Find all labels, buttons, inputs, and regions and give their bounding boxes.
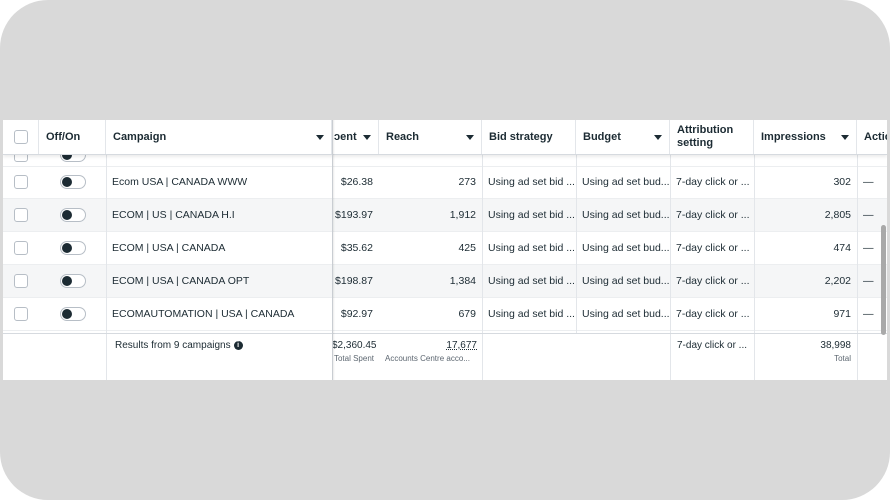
- campaign-toggle[interactable]: [60, 154, 86, 162]
- attribution-value: 7-day click or ...: [676, 275, 750, 287]
- column-label: Attribution setting: [677, 124, 734, 149]
- column-header-campaign[interactable]: Campaign: [106, 120, 332, 154]
- impressions-value: 971: [833, 308, 851, 320]
- campaign-toggle[interactable]: [59, 307, 86, 321]
- column-label: Reach: [386, 130, 420, 143]
- attribution-value: 7-day click or ...: [676, 308, 750, 320]
- campaign-name-link[interactable]: ECOMAUTOMATION | USA | CANADA: [106, 298, 332, 330]
- reach-total-value[interactable]: 17,677: [385, 340, 477, 351]
- campaign-name-link[interactable]: ECOM | USA | CANADA OPT: [106, 265, 332, 297]
- amount-spent-value: $35.62: [340, 242, 373, 254]
- impressions-value: 2,805: [824, 209, 851, 221]
- column-label: Campaign: [113, 130, 167, 143]
- column-label: Bid strategy: [489, 130, 553, 143]
- row-checkbox[interactable]: [14, 274, 28, 288]
- campaign-name-link[interactable]: Ecom USA | CANADA WWW: [106, 166, 332, 198]
- column-label: Impressions: [761, 130, 826, 143]
- table-header: Off/On Campaign ɔent Reach Bid strategy …: [3, 120, 887, 155]
- amount-spent-value: $198.87: [335, 275, 373, 287]
- chevron-down-icon[interactable]: [841, 134, 849, 140]
- attribution-value: 7-day click or ...: [676, 209, 750, 221]
- spent-total-value: $2,360.45: [332, 340, 377, 351]
- screenshot-frame: Off/On Campaign ɔent Reach Bid strategy …: [0, 0, 890, 500]
- attribution-value: 7-day click or ...: [676, 176, 750, 188]
- row-checkbox[interactable]: [14, 307, 28, 321]
- reach-value: 273: [458, 176, 476, 188]
- impressions-total-value: 38,998: [820, 340, 851, 351]
- campaign-name-link[interactable]: ECOM | US | CANADA H.I: [106, 199, 332, 231]
- impressions-value: 474: [833, 242, 851, 254]
- chevron-down-icon[interactable]: [316, 134, 324, 140]
- chevron-down-icon[interactable]: [654, 134, 662, 140]
- reach-value: 425: [458, 242, 476, 254]
- actions-value: —: [863, 176, 874, 188]
- results-summary: Results from 9 campaigns i: [115, 340, 243, 351]
- column-header-attribution[interactable]: Attribution setting: [670, 120, 754, 154]
- frozen-column-divider: [332, 120, 333, 380]
- row-checkbox[interactable]: [14, 154, 28, 162]
- attribution-value: 7-day click or ...: [676, 242, 750, 254]
- results-label: Results from 9 campaigns: [115, 340, 231, 351]
- budget-value: Using ad set bud...: [582, 275, 670, 287]
- reach-value: 1,384: [449, 275, 476, 287]
- bid-strategy-value: Using ad set bid ...: [488, 209, 575, 221]
- info-icon[interactable]: i: [233, 340, 243, 350]
- budget-value: Using ad set bud...: [582, 242, 670, 254]
- spent-total-label: Total Spent: [333, 354, 374, 363]
- campaigns-table: Off/On Campaign ɔent Reach Bid strategy …: [3, 120, 887, 380]
- column-label: ɔent: [334, 130, 357, 143]
- table-footer-totals: Results from 9 campaigns i $2,360.45 Tota…: [3, 333, 887, 380]
- campaign-toggle[interactable]: [59, 208, 86, 222]
- impressions-total: 38,998 Total: [754, 340, 851, 363]
- reach-total-label: Accounts Centre acco...: [385, 354, 470, 363]
- impressions-total-label: Total: [834, 354, 851, 363]
- row-checkbox[interactable]: [14, 241, 28, 255]
- reach-value: 1,912: [449, 209, 476, 221]
- column-header-bid-strategy[interactable]: Bid strategy: [482, 120, 576, 154]
- campaign-toggle[interactable]: [59, 175, 86, 189]
- campaign-name-link[interactable]: ECOM | USA | CANADA: [106, 232, 332, 264]
- column-label: Budget: [583, 130, 621, 143]
- row-checkbox[interactable]: [14, 175, 28, 189]
- column-header-off-on[interactable]: Off/On: [39, 120, 106, 154]
- column-header-reach[interactable]: Reach: [379, 120, 482, 154]
- amount-spent-value: $193.97: [335, 209, 373, 221]
- select-all-checkbox[interactable]: [13, 130, 28, 144]
- row-checkbox[interactable]: [14, 208, 28, 222]
- budget-value: Using ad set bud...: [582, 176, 670, 188]
- vertical-scrollbar[interactable]: [881, 225, 886, 335]
- campaign-toggle[interactable]: [59, 241, 86, 255]
- chevron-down-icon[interactable]: [363, 134, 371, 140]
- select-all-cell: [3, 120, 39, 154]
- bid-strategy-value: Using ad set bid ...: [488, 275, 575, 287]
- campaign-toggle[interactable]: [59, 274, 86, 288]
- amount-spent-value: $26.38: [340, 176, 373, 188]
- reach-value: 679: [458, 308, 476, 320]
- column-header-budget[interactable]: Budget: [576, 120, 670, 154]
- column-header-impressions[interactable]: Impressions: [754, 120, 857, 154]
- impressions-value: 2,202: [824, 275, 851, 287]
- spent-total: $2,360.45 Total Spent: [332, 340, 377, 363]
- column-label: Actio: [864, 130, 887, 143]
- budget-value: Using ad set bud...: [582, 209, 670, 221]
- bid-strategy-value: Using ad set bid ...: [488, 242, 575, 254]
- attribution-total: 7-day click or ...: [677, 340, 748, 351]
- amount-spent-value: $92.97: [340, 308, 373, 320]
- column-label: Off/On: [46, 130, 81, 143]
- chevron-down-icon[interactable]: [466, 134, 474, 140]
- column-header-actions[interactable]: Actio: [857, 120, 887, 154]
- impressions-value: 302: [833, 176, 851, 188]
- bid-strategy-value: Using ad set bid ...: [488, 176, 575, 188]
- bid-strategy-value: Using ad set bid ...: [488, 308, 575, 320]
- reach-total: 17,677 Accounts Centre acco...: [385, 340, 477, 363]
- budget-value: Using ad set bud...: [582, 308, 670, 320]
- column-header-amount-spent[interactable]: ɔent: [332, 120, 379, 154]
